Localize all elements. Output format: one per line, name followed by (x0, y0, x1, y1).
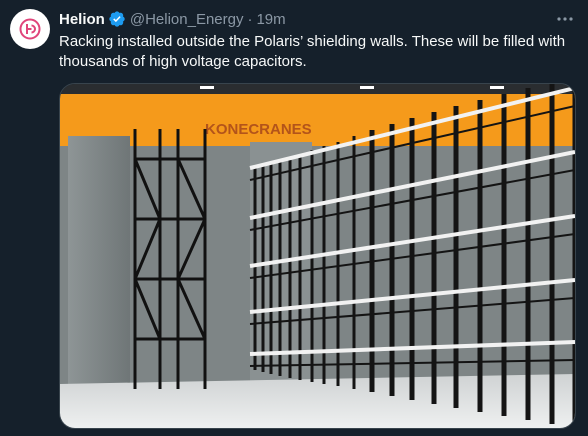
verified-badge-icon (108, 10, 126, 28)
tweet-text: Racking installed outside the Polaris’ s… (59, 33, 566, 70)
tweet-image[interactable]: KONECRANES (59, 83, 576, 429)
author-name[interactable]: Helion (59, 11, 105, 28)
avatar[interactable] (10, 9, 50, 49)
helion-logo-icon (19, 18, 41, 40)
separator-dot: · (247, 10, 253, 28)
tweet-header: Helion @Helion_Energy · 19m (59, 9, 548, 29)
timestamp[interactable]: 19m (256, 11, 285, 28)
konecranes-banner: KONECRANES (205, 121, 312, 138)
tweet[interactable]: Helion @Helion_Energy · 19m Racking inst… (0, 0, 588, 436)
more-options-icon (557, 17, 573, 21)
author-handle[interactable]: @Helion_Energy (130, 11, 244, 28)
racking-photo: KONECRANES (60, 84, 575, 428)
more-options-button[interactable] (554, 9, 576, 29)
